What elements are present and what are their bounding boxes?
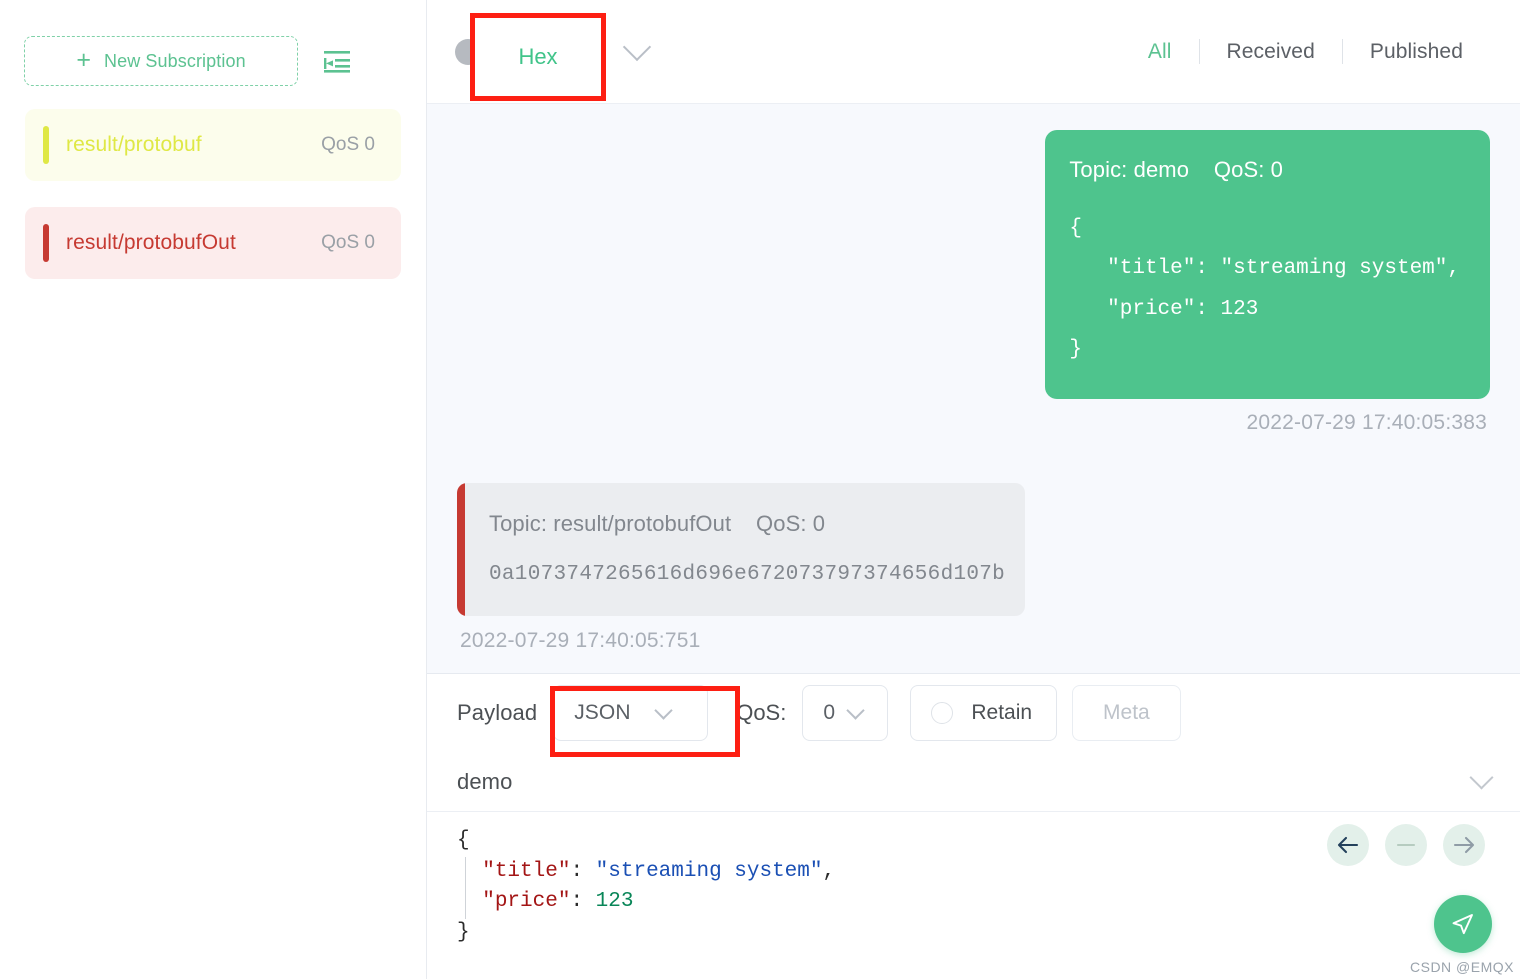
subscription-topic: result/protobufOut bbox=[66, 231, 236, 254]
json-value-price: 123 bbox=[595, 890, 634, 914]
editor-action-buttons bbox=[1327, 824, 1485, 866]
mqtt-client-window: + New Subscription result/protobuf QoS 0 bbox=[0, 0, 1520, 979]
json-close-brace: } bbox=[457, 920, 470, 944]
watermark-text: CSDN @EMQX bbox=[1410, 959, 1514, 975]
chevron-down-icon[interactable] bbox=[622, 32, 651, 62]
subscription-color-bar bbox=[43, 224, 49, 262]
message-meta: Topic: result/protobufOut QoS: 0 bbox=[489, 511, 826, 537]
meta-label: Meta bbox=[1103, 701, 1150, 724]
publish-topic-row[interactable]: demo bbox=[427, 752, 1520, 812]
subscription-item-result-protobuf[interactable]: result/protobuf QoS 0 bbox=[25, 109, 401, 181]
chevron-down-icon[interactable] bbox=[1469, 765, 1494, 790]
payload-label: Payload bbox=[457, 700, 538, 725]
publish-panel: Payload JSON QoS: 0 Retain Meta demo {"… bbox=[427, 673, 1520, 979]
subscription-color-bar bbox=[43, 126, 49, 164]
filter-received[interactable]: Received bbox=[1200, 40, 1342, 64]
message-filter-group: All Received Published bbox=[1121, 39, 1490, 64]
minus-icon[interactable] bbox=[1385, 824, 1427, 866]
subscription-list: result/protobuf QoS 0 result/protobufOut… bbox=[0, 86, 426, 279]
payload-editor[interactable]: { "title": "streaming system", "price": … bbox=[427, 812, 1520, 979]
publish-topic-input[interactable]: demo bbox=[457, 769, 512, 795]
message-item-received: Topic: result/protobufOut QoS: 0 0a10737… bbox=[457, 483, 1490, 653]
arrow-right-icon[interactable] bbox=[1443, 824, 1485, 866]
message-item-published: Topic: demo QoS: 0 { "title": "streaming… bbox=[457, 130, 1490, 435]
json-open-brace: { bbox=[457, 829, 470, 852]
json-key-price: "price" bbox=[482, 890, 571, 914]
message-bubble-received[interactable]: Topic: result/protobufOut QoS: 0 0a10737… bbox=[457, 483, 1026, 617]
main-panel: Hex All Received Published Topic: demo Q… bbox=[427, 0, 1520, 979]
send-message-button[interactable] bbox=[1434, 895, 1492, 953]
indent-guide bbox=[465, 857, 466, 919]
meta-button[interactable]: Meta bbox=[1072, 685, 1181, 741]
retain-toggle[interactable]: Retain bbox=[910, 685, 1058, 741]
connection-status-dot bbox=[455, 38, 481, 65]
json-colon: : bbox=[570, 859, 596, 883]
subscription-qos: QoS 0 bbox=[321, 232, 375, 253]
qos-value: 0 bbox=[823, 701, 836, 724]
publish-options-bar: Payload JSON QoS: 0 Retain Meta bbox=[427, 674, 1520, 752]
collapse-panel-icon[interactable] bbox=[322, 46, 352, 76]
message-bubble-published[interactable]: Topic: demo QoS: 0 { "title": "streaming… bbox=[1045, 130, 1490, 400]
message-list[interactable]: Topic: demo QoS: 0 { "title": "streaming… bbox=[427, 104, 1520, 673]
chevron-down-icon bbox=[653, 700, 673, 720]
filter-all[interactable]: All bbox=[1121, 40, 1199, 64]
filter-published[interactable]: Published bbox=[1343, 40, 1490, 64]
new-subscription-label: New Subscription bbox=[104, 50, 246, 71]
message-timestamp: 2022-07-29 17:40:05:751 bbox=[460, 629, 701, 653]
messages-toolbar: Hex All Received Published bbox=[427, 0, 1520, 104]
new-subscription-button[interactable]: + New Subscription bbox=[24, 36, 298, 86]
message-payload: { "title": "streaming system", "price": … bbox=[1069, 217, 1460, 361]
qos-select[interactable]: 0 bbox=[802, 685, 889, 741]
retain-checkbox-icon bbox=[931, 702, 954, 724]
payload-format-select[interactable]: JSON bbox=[553, 685, 709, 741]
subscriptions-sidebar: + New Subscription result/protobuf QoS 0 bbox=[0, 0, 427, 979]
json-key-title: "title" bbox=[482, 859, 571, 883]
retain-label: Retain bbox=[971, 701, 1033, 724]
payload-format-display[interactable]: Hex bbox=[517, 39, 557, 65]
payload-format-value: JSON bbox=[574, 701, 631, 724]
subscription-qos: QoS 0 bbox=[321, 134, 375, 155]
message-timestamp: 2022-07-29 17:40:05:383 bbox=[1246, 411, 1487, 435]
subscription-item-result-protobufout[interactable]: result/protobufOut QoS 0 bbox=[25, 207, 401, 279]
message-payload: 0a1073747265616d696e672073797374656d107b bbox=[489, 563, 1006, 587]
message-meta: Topic: demo QoS: 0 bbox=[1069, 157, 1283, 182]
json-comma: , bbox=[822, 859, 836, 883]
arrow-left-icon[interactable] bbox=[1327, 824, 1369, 866]
qos-label: QoS: bbox=[736, 700, 787, 725]
subscription-topic: result/protobuf bbox=[66, 133, 202, 156]
json-value-title: "streaming system" bbox=[595, 859, 823, 883]
chevron-down-icon bbox=[846, 700, 865, 720]
plus-icon: + bbox=[76, 45, 92, 74]
sidebar-header: + New Subscription bbox=[0, 0, 426, 86]
json-colon: : bbox=[570, 890, 596, 914]
